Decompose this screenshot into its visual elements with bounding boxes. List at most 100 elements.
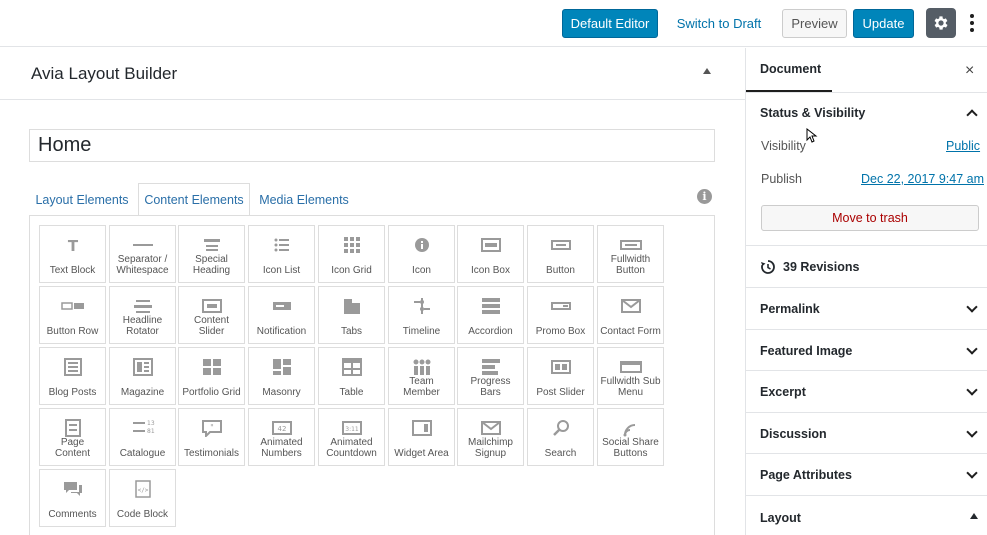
element-animated-numbers[interactable]: 42 Animated Numbers xyxy=(248,408,315,466)
element-icon-grid[interactable]: Icon Grid xyxy=(318,225,385,283)
element-accordion[interactable]: Accordion xyxy=(457,286,524,344)
preview-button[interactable]: Preview xyxy=(782,9,847,38)
element-special-heading[interactable]: Special Heading xyxy=(178,225,245,283)
testimonials-icon: " xyxy=(200,419,224,437)
text-block-icon: T xyxy=(61,236,85,254)
element-mailchimp-signup[interactable]: Mailchimp Signup xyxy=(457,408,524,466)
svg-text:</>: </> xyxy=(137,487,148,494)
element-label: Contact Form xyxy=(600,326,661,337)
info-icon[interactable]: i xyxy=(697,189,712,204)
element-label: Timeline xyxy=(402,326,441,337)
element-comments[interactable]: Comments xyxy=(39,469,106,527)
element-table[interactable]: Table xyxy=(318,347,385,405)
default-editor-button[interactable]: Default Editor xyxy=(562,9,658,38)
promo-box-icon xyxy=(549,297,573,315)
excerpt-panel-title[interactable]: Excerpt xyxy=(760,385,806,399)
special-heading-icon xyxy=(200,236,224,254)
chevron-down-icon[interactable] xyxy=(966,301,978,313)
settings-button[interactable] xyxy=(926,8,956,38)
svg-text:T: T xyxy=(67,237,78,254)
close-icon[interactable]: × xyxy=(965,62,974,80)
element-catalogue[interactable]: 135819 Catalogue xyxy=(109,408,176,466)
post-title-input[interactable]: Home xyxy=(29,129,715,162)
element-tabs[interactable]: Tabs xyxy=(318,286,385,344)
element-label: Promo Box xyxy=(535,326,586,337)
chevron-down-icon[interactable] xyxy=(966,384,978,396)
element-label: Progress Bars xyxy=(470,376,511,398)
chevron-down-icon[interactable] xyxy=(966,426,978,438)
element-button[interactable]: Button xyxy=(527,225,594,283)
element-headline-rotator[interactable]: Headline Rotator xyxy=(109,286,176,344)
element-testimonials[interactable]: " Testimonials xyxy=(178,408,245,466)
element-fullwidth-button[interactable]: Fullwidth Button xyxy=(597,225,664,283)
chevron-down-icon[interactable] xyxy=(966,467,978,479)
publish-date-link[interactable]: Dec 22, 2017 9:47 am xyxy=(861,172,984,186)
revisions-link[interactable]: 39 Revisions xyxy=(783,260,859,274)
layout-panel-title[interactable]: Layout xyxy=(760,511,801,525)
element-widget-area[interactable]: Widget Area xyxy=(388,408,455,466)
avia-builder-header[interactable]: Avia Layout Builder xyxy=(0,48,745,100)
element-icon-box[interactable]: Icon Box xyxy=(457,225,524,283)
element-label: Fullwidth Button xyxy=(610,254,651,276)
visibility-link[interactable]: Public xyxy=(946,139,980,153)
icon-grid-icon xyxy=(340,236,364,254)
page-attributes-panel-title[interactable]: Page Attributes xyxy=(760,468,852,482)
update-button[interactable]: Update xyxy=(853,9,914,38)
element-page-content[interactable]: Page Content xyxy=(39,408,106,466)
element-promo-box[interactable]: Promo Box xyxy=(527,286,594,344)
permalink-panel-title[interactable]: Permalink xyxy=(760,302,820,316)
element-progress-bars[interactable]: Progress Bars xyxy=(457,347,524,405)
switch-to-draft-button[interactable]: Switch to Draft xyxy=(672,9,766,38)
tab-media-elements[interactable]: Media Elements xyxy=(253,183,355,216)
element-text-block[interactable]: T Text Block xyxy=(39,225,106,283)
mailchimp-signup-icon xyxy=(479,419,503,437)
masonry-icon xyxy=(270,358,294,376)
featured-image-panel-title[interactable]: Featured Image xyxy=(760,344,852,358)
element-label: Tabs xyxy=(340,326,363,337)
element-contact-form[interactable]: Contact Form xyxy=(597,286,664,344)
element-button-row[interactable]: Button Row xyxy=(39,286,106,344)
element-label: Page Content xyxy=(54,437,91,459)
element-blog-posts[interactable]: Blog Posts xyxy=(39,347,106,405)
chevron-up-icon[interactable] xyxy=(966,109,978,121)
element-animated-countdown[interactable]: 3:11 Animated Countdown xyxy=(318,408,385,466)
element-label: Content Slider xyxy=(193,315,230,337)
tab-layout-elements[interactable]: Layout Elements xyxy=(29,183,135,216)
element-search[interactable]: Search xyxy=(527,408,594,466)
element-notification[interactable]: Notification xyxy=(248,286,315,344)
element-fullwidth-sub-menu[interactable]: Fullwidth Sub Menu xyxy=(597,347,664,405)
more-options-button[interactable] xyxy=(965,10,979,36)
tab-content-elements[interactable]: Content Elements xyxy=(138,183,250,216)
element-icon[interactable]: Icon xyxy=(388,225,455,283)
move-to-trash-button[interactable]: Move to trash xyxy=(761,205,979,231)
element-post-slider[interactable]: Post Slider xyxy=(527,347,594,405)
avia-builder-title: Avia Layout Builder xyxy=(31,64,178,83)
element-label: Catalogue xyxy=(119,448,166,459)
collapse-triangle-icon[interactable] xyxy=(970,513,978,519)
element-masonry[interactable]: Masonry xyxy=(248,347,315,405)
element-icon-list[interactable]: Icon List xyxy=(248,225,315,283)
element-code-block[interactable]: </> Code Block xyxy=(109,469,176,527)
chevron-down-icon[interactable] xyxy=(966,343,978,355)
post-slider-icon xyxy=(549,358,573,376)
element-label: Post Slider xyxy=(536,387,585,398)
social-share-icon xyxy=(619,419,643,437)
element-separator[interactable]: Separator / Whitespace xyxy=(109,225,176,283)
animated-numbers-icon: 42 xyxy=(270,419,294,437)
element-portfolio-grid[interactable]: Portfolio Grid xyxy=(178,347,245,405)
element-content-slider[interactable]: Content Slider xyxy=(178,286,245,344)
tab-document[interactable]: Document xyxy=(746,48,832,92)
element-timeline[interactable]: Timeline xyxy=(388,286,455,344)
svg-text:42: 42 xyxy=(277,425,286,433)
divider xyxy=(746,453,987,454)
catalogue-icon: 135819 xyxy=(131,419,155,437)
element-label: Testimonials xyxy=(183,448,240,459)
element-social-share[interactable]: Social Share Buttons xyxy=(597,408,664,466)
status-visibility-title[interactable]: Status & Visibility xyxy=(760,106,865,120)
element-team-member[interactable]: Team Member xyxy=(388,347,455,405)
widget-area-icon xyxy=(410,419,434,437)
collapse-triangle-icon[interactable] xyxy=(703,68,711,74)
element-label: Text Block xyxy=(49,265,96,276)
element-magazine[interactable]: Magazine xyxy=(109,347,176,405)
discussion-panel-title[interactable]: Discussion xyxy=(760,427,827,441)
